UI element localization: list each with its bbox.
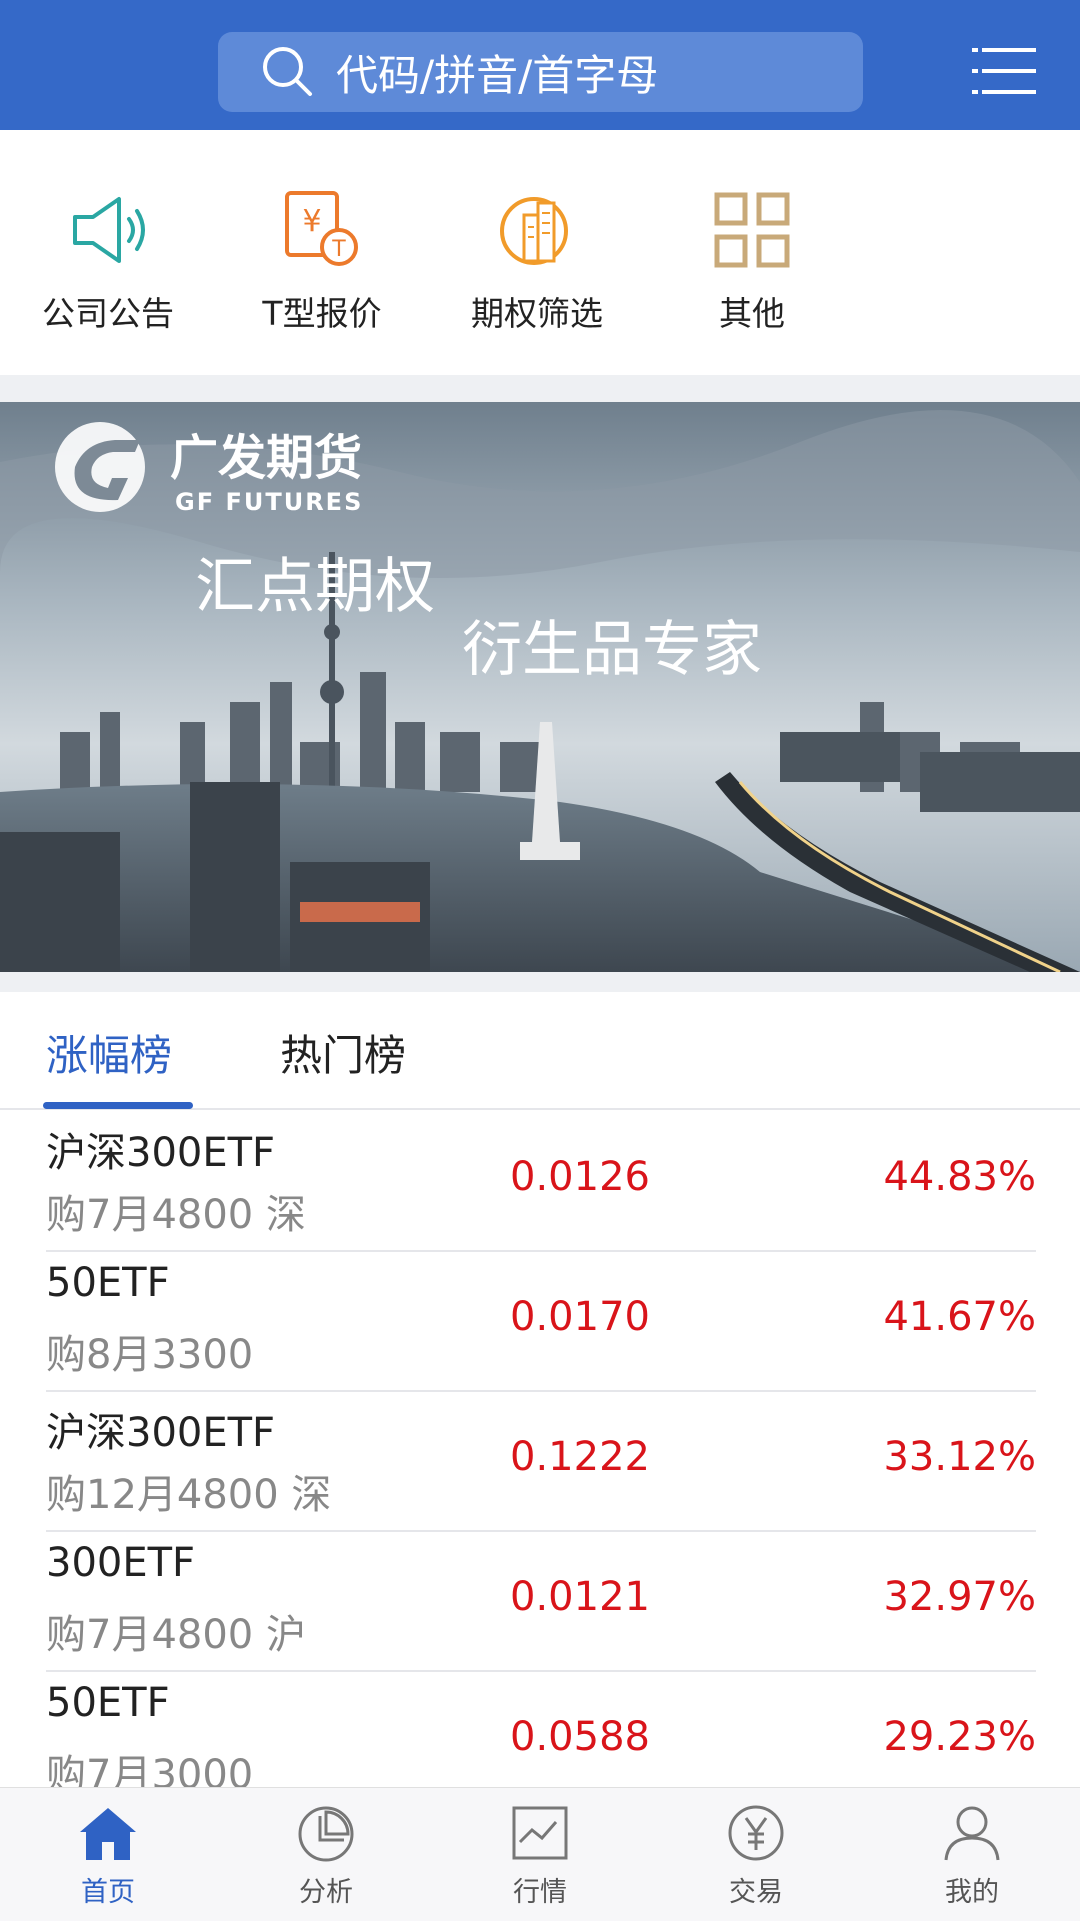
banner-subheadline: 衍生品专家	[462, 615, 762, 685]
latest-price: 0.0126	[510, 1154, 650, 1200]
bottom-tab-bar: 首页 分析 行情 交易 我的	[0, 1787, 1080, 1921]
pie-chart-icon	[298, 1806, 354, 1862]
ranking-tabs: 涨幅榜 热门榜	[0, 992, 1080, 1110]
quick-action-label: 期权筛选	[471, 294, 603, 333]
quick-action-announcement[interactable]: 公司公告	[8, 185, 208, 345]
quick-action-t-quote[interactable]: ¥ T T型报价	[222, 185, 422, 345]
quick-actions-panel: 公司公告 ¥ T T型报价 期权筛选 其他	[0, 130, 1080, 375]
user-icon	[944, 1806, 1000, 1861]
nav-mine[interactable]: 我的	[912, 1802, 1032, 1909]
contract-name: 购7月4800 沪	[46, 1612, 306, 1658]
table-row[interactable]: 50ETF 购7月3000 0.0588 29.23%	[46, 1670, 1036, 1787]
contract-name: 购7月3000	[46, 1752, 254, 1787]
svg-text:广发期货: 广发期货	[170, 430, 362, 486]
latest-price: 0.0170	[510, 1294, 650, 1340]
search-icon	[263, 47, 312, 96]
t-quote-icon: ¥ T	[285, 191, 358, 266]
promo-banner[interactable]: 广发期货 GF FUTURES 汇点期权 衍生品专家	[0, 402, 1080, 972]
search-placeholder: 代码/拼音/首字母	[336, 50, 659, 100]
underlying-name: 沪深300ETF	[46, 1130, 276, 1176]
gf-futures-logo: 广发期货 GF FUTURES	[55, 422, 363, 516]
underlying-name: 沪深300ETF	[46, 1410, 276, 1456]
table-row[interactable]: 300ETF 购7月4800 沪 0.0121 32.97%	[46, 1530, 1036, 1672]
change-percent: 44.83%	[883, 1154, 1036, 1200]
underlying-name: 50ETF	[46, 1260, 170, 1306]
table-row[interactable]: 50ETF 购8月3300 0.0170 41.67%	[46, 1250, 1036, 1392]
contract-name: 购12月4800 深	[46, 1472, 332, 1518]
top-header: 代码/拼音/首字母	[0, 0, 1080, 130]
nav-label: 交易	[729, 1877, 783, 1908]
table-row[interactable]: 沪深300ETF 购7月4800 深 0.0126 44.83%	[46, 1110, 1036, 1252]
ranking-section: 涨幅榜 热门榜 沪深300ETF 购7月4800 深 0.0126 44.83%…	[0, 992, 1080, 1787]
contract-name: 购7月4800 深	[46, 1192, 306, 1238]
latest-price: 0.1222	[510, 1434, 650, 1480]
search-input[interactable]: 代码/拼音/首字母	[218, 32, 863, 112]
nav-market[interactable]: 行情	[480, 1802, 600, 1909]
change-percent: 33.12%	[883, 1434, 1036, 1480]
menu-icon[interactable]	[972, 46, 1036, 96]
quick-action-label: 公司公告	[42, 294, 174, 333]
line-chart-icon	[512, 1806, 568, 1860]
quick-action-label: T型报价	[262, 294, 382, 333]
svg-text:¥: ¥	[302, 204, 321, 239]
nav-analysis[interactable]: 分析	[266, 1802, 386, 1909]
underlying-name: 50ETF	[46, 1680, 170, 1726]
nav-label: 我的	[945, 1877, 999, 1908]
change-percent: 32.97%	[883, 1574, 1036, 1620]
nav-label: 分析	[299, 1877, 353, 1908]
nav-label: 行情	[513, 1877, 567, 1908]
option-filter-icon	[500, 197, 568, 265]
latest-price: 0.0588	[510, 1714, 650, 1760]
latest-price: 0.0121	[510, 1574, 650, 1620]
home-icon	[80, 1808, 136, 1860]
yuan-icon	[728, 1805, 784, 1861]
banner-headline: 汇点期权	[195, 552, 435, 622]
city-skyline-image: 广发期货 GF FUTURES 汇点期权 衍生品专家	[0, 402, 1080, 972]
tab-popular[interactable]: 热门榜	[280, 1022, 406, 1083]
announcement-speaker-icon	[73, 197, 145, 263]
active-tab-indicator	[43, 1102, 193, 1109]
svg-text:GF FUTURES: GF FUTURES	[175, 488, 363, 516]
grid-more-icon	[714, 192, 790, 268]
table-row[interactable]: 沪深300ETF 购12月4800 深 0.1222 33.12%	[46, 1390, 1036, 1532]
change-percent: 29.23%	[883, 1714, 1036, 1760]
nav-label: 首页	[81, 1877, 135, 1908]
nav-home[interactable]: 首页	[48, 1802, 168, 1909]
quick-action-more[interactable]: 其他	[652, 185, 852, 345]
contract-name: 购8月3300	[46, 1332, 254, 1378]
nav-trade[interactable]: 交易	[696, 1802, 816, 1909]
quick-action-label: 其他	[719, 294, 785, 333]
svg-text:T: T	[331, 237, 346, 262]
quick-action-option-filter[interactable]: 期权筛选	[437, 185, 637, 345]
change-percent: 41.67%	[883, 1294, 1036, 1340]
underlying-name: 300ETF	[46, 1540, 196, 1586]
tab-gainers[interactable]: 涨幅榜	[46, 1022, 172, 1083]
